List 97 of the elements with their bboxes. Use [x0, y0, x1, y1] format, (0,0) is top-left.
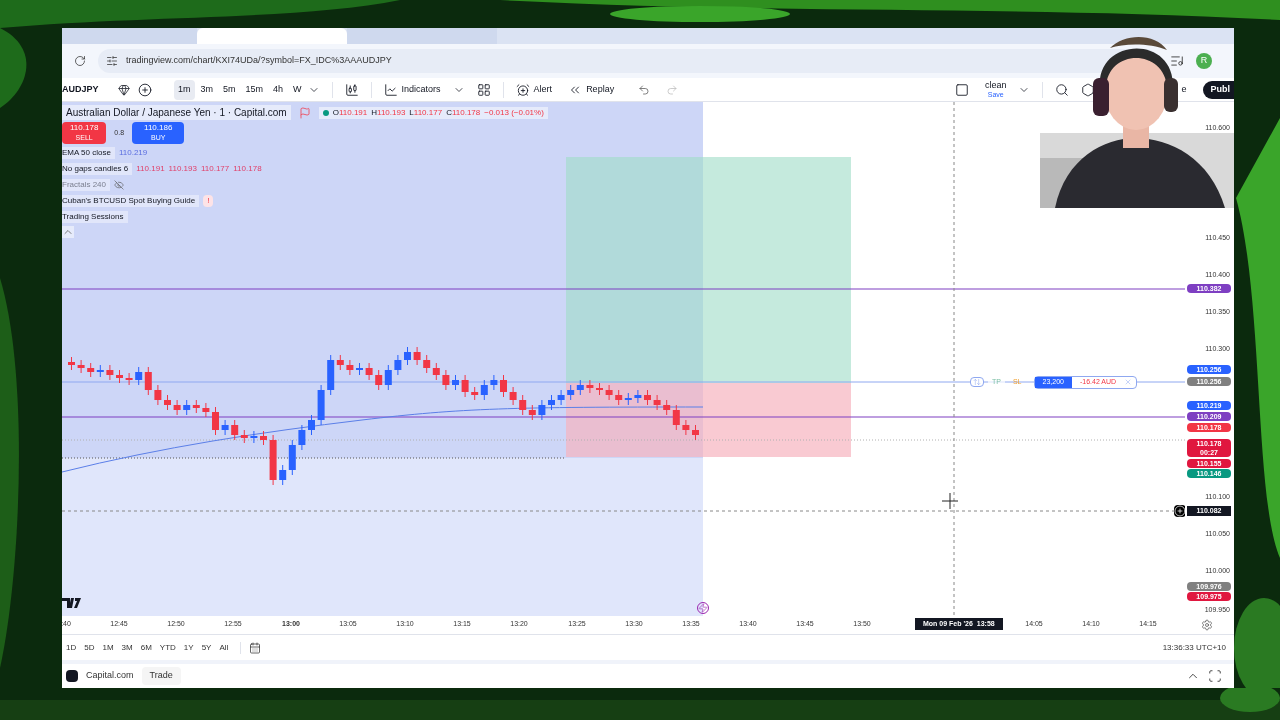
- range-button[interactable]: All: [215, 641, 233, 654]
- interval-button[interactable]: 4h: [269, 79, 288, 100]
- study-value: 110.219: [118, 147, 148, 159]
- range-button[interactable]: 5Y: [197, 641, 216, 654]
- candle: [538, 399, 546, 421]
- alert-button[interactable]: Alert: [515, 82, 553, 97]
- tradingview-logo: [62, 598, 82, 608]
- study-label[interactable]: Cuban's BTCUSD Spot Buying Guide: [62, 195, 200, 207]
- add-symbol-icon[interactable]: [138, 82, 152, 97]
- candle: [221, 419, 229, 436]
- url-text: tradingview.com/chart/KXI74UDa/?symbol=FX_IDC%3AAAUDJPY: [126, 54, 392, 68]
- add-alert-icon[interactable]: [1174, 505, 1185, 517]
- indicators-button[interactable]: Indicators: [383, 82, 441, 97]
- candle: [269, 434, 277, 486]
- study-value: 110.177: [200, 163, 230, 175]
- candle: [365, 362, 373, 381]
- study-label[interactable]: Trading Sessions: [62, 211, 128, 223]
- candle: [202, 402, 210, 418]
- interval-button[interactable]: 15m: [241, 79, 268, 100]
- interval-button[interactable]: 1m: [174, 79, 195, 100]
- ohlc-value: L110.177: [409, 106, 443, 119]
- study-label[interactable]: EMA 50 close: [62, 147, 115, 159]
- square-icon[interactable]: [954, 82, 969, 97]
- candle: [413, 346, 421, 366]
- candle: [557, 389, 565, 406]
- range-button[interactable]: 1M: [98, 641, 118, 654]
- candle: [260, 430, 267, 446]
- candle: [682, 419, 690, 436]
- candle: [653, 394, 661, 411]
- candle: [298, 424, 306, 451]
- candle: [596, 382, 603, 396]
- maximize-icon[interactable]: [1208, 669, 1222, 683]
- candle: [394, 354, 402, 376]
- range-button[interactable]: 1D: [62, 641, 81, 654]
- candlestick-icon[interactable]: [344, 82, 359, 97]
- candle: [644, 389, 651, 406]
- undo-icon[interactable]: [638, 83, 651, 96]
- range-button[interactable]: 6M: [136, 641, 156, 654]
- candle: [212, 406, 219, 436]
- candle: [452, 374, 459, 391]
- study-value: 110.193: [168, 163, 197, 175]
- lightning-icon: [697, 602, 709, 614]
- alarm-clock-icon: [515, 82, 530, 97]
- candle: [68, 356, 75, 371]
- reload-icon[interactable]: [74, 55, 86, 67]
- interval-button[interactable]: 5m: [219, 79, 240, 100]
- candle: [164, 394, 171, 411]
- change-value: −0.013 (−0.01%): [484, 106, 544, 119]
- replay-button[interactable]: Replay: [568, 82, 615, 97]
- candle: [106, 364, 114, 381]
- ohlc-value: H110.193: [371, 106, 406, 119]
- site-settings-icon[interactable]: [106, 55, 118, 67]
- range-button[interactable]: 5D: [80, 641, 99, 654]
- interval-button[interactable]: 3m: [196, 79, 218, 100]
- panel-tab[interactable]: Trade: [141, 667, 181, 685]
- range-button[interactable]: YTD: [155, 641, 180, 654]
- study-value: 110.178: [233, 163, 262, 175]
- chart-icon: [383, 82, 398, 97]
- candle: [605, 384, 613, 401]
- candle: [154, 384, 162, 406]
- crosshair-cursor: [941, 492, 959, 510]
- symbol-search[interactable]: AUDJPY: [62, 82, 118, 97]
- candle: [173, 399, 181, 416]
- study-label[interactable]: No gaps candles 6: [62, 163, 133, 175]
- ohlc-value: O110.191: [332, 106, 368, 119]
- candle: [125, 372, 133, 386]
- study-value: 110.191: [136, 163, 165, 175]
- candle: [509, 386, 517, 406]
- candle: [442, 369, 450, 391]
- candle: [346, 359, 354, 376]
- candle: [404, 346, 411, 366]
- candle: [116, 369, 123, 384]
- eye-off-icon[interactable]: [114, 180, 125, 190]
- candle: [317, 384, 325, 426]
- candle: [500, 374, 507, 398]
- gem-icon[interactable]: [118, 83, 130, 96]
- candle: [461, 374, 469, 398]
- ohlc-value: C110.178: [446, 106, 481, 119]
- broker-logo: [66, 670, 78, 682]
- candle: [634, 389, 642, 404]
- candle: [548, 394, 555, 411]
- candle: [692, 424, 699, 441]
- interval-button[interactable]: W: [289, 79, 306, 100]
- range-button[interactable]: 3M: [117, 641, 137, 654]
- candle: [308, 414, 315, 436]
- clock-text: 13:36:33 UTC+10: [1162, 641, 1226, 654]
- candle: [586, 379, 594, 394]
- symbol-title: Australian Dollar / Japanese Yen · 1 · Capital.com: [62, 105, 291, 120]
- calendar-icon[interactable]: [249, 641, 262, 654]
- layout-grid-icon[interactable]: [476, 82, 491, 97]
- candle: [77, 359, 85, 374]
- reverse-position-button[interactable]: [970, 377, 984, 388]
- candle: [490, 374, 498, 391]
- candle: [250, 430, 258, 444]
- broker-tab[interactable]: Capital.com: [86, 669, 134, 683]
- range-button[interactable]: 1Y: [179, 641, 198, 654]
- candle: [356, 362, 363, 376]
